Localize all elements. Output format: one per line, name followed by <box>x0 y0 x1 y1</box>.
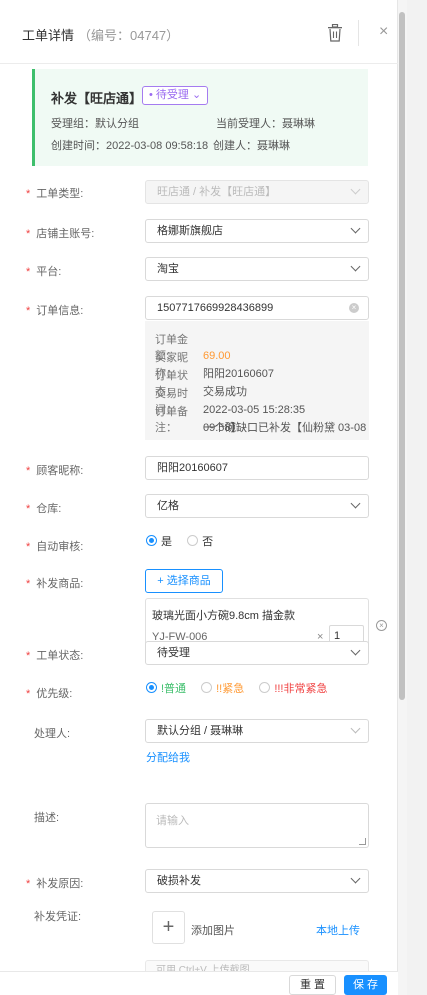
summary-created-time: 创建时间：2022-03-08 09:58:18 <box>51 140 209 152</box>
chevron-down-icon <box>350 184 361 195</box>
close-icon[interactable]: × <box>379 22 388 42</box>
select-product-button[interactable]: + 选择商品 <box>145 569 223 593</box>
ticket-type-select: 旺店通 / 补发【旺店通】 <box>145 180 369 204</box>
platform-select[interactable]: 淘宝 <box>145 257 369 281</box>
radio-unchecked-icon <box>201 682 213 693</box>
radio-unchecked-icon <box>187 535 199 546</box>
summary-creator: 创建人：聂琳琳 <box>213 140 290 152</box>
chevron-down-icon <box>350 498 361 509</box>
reset-button[interactable]: 重 置 <box>289 975 336 995</box>
delete-icon[interactable] <box>327 24 343 42</box>
form-footer: 重 置 保 存 <box>0 971 398 995</box>
priority-urgent[interactable]: !!紧急 <box>201 682 244 695</box>
panel-header: 工单详情 （编号：04747） × <box>0 0 398 64</box>
radio-unchecked-icon <box>259 682 271 693</box>
auto-review-no[interactable]: 否 <box>187 535 213 548</box>
chevron-down-icon <box>350 873 361 884</box>
plus-icon: + <box>162 916 175 938</box>
description-textarea[interactable]: 请输入 <box>145 803 369 848</box>
priority-label: * 优先级: <box>26 688 73 700</box>
customer-nick-label: * 顾客昵称: <box>26 465 84 477</box>
remove-product-icon[interactable]: × <box>376 620 387 631</box>
resize-handle-icon[interactable] <box>359 838 366 845</box>
ticket-summary-card: 补发【旺店通】 • 待受理 ⌄ 受理组：默认分组 当前受理人：聂琳琳 创建时间：… <box>32 69 368 166</box>
auto-review-label: * 自动审核: <box>26 541 84 553</box>
header-divider <box>358 20 359 46</box>
summary-group: 受理组：默认分组 <box>51 118 139 130</box>
ticket-detail-panel: 工单详情 （编号：04747） × 补发【旺店通】 • 待受理 ⌄ 受理组：默认分… <box>0 0 398 995</box>
ticket-status-label: * 工单状态: <box>26 650 84 662</box>
status-dropdown[interactable]: • 待受理 ⌄ <box>142 86 209 105</box>
summary-handler: 当前受理人：聂琳琳 <box>216 118 315 130</box>
add-image-button[interactable]: + <box>152 911 185 944</box>
order-number-input[interactable]: 1507717669928436899 × <box>145 296 369 320</box>
description-label: 描述: <box>34 812 60 824</box>
platform-label: * 平台: <box>26 266 62 278</box>
ticket-number: （编号：04747） <box>78 28 180 43</box>
reissue-reason-select[interactable]: 破损补发 <box>145 869 369 893</box>
order-note-cont: 09:58】 <box>203 422 242 434</box>
ticket-type-label: * 工单类型: <box>26 188 84 200</box>
auto-review-radios: 是 否 <box>146 533 225 549</box>
chevron-down-icon <box>350 645 361 656</box>
order-details-box: 订单金额： 69.00 买家昵称： 阳阳20160607 订单状态： 交易成功 交易时… <box>145 321 369 440</box>
handler-select[interactable]: 默认分组 / 聂琳琳 <box>145 719 369 743</box>
chevron-down-icon <box>350 223 361 234</box>
chevron-down-icon <box>350 261 361 272</box>
reissue-reason-label: * 补发原因: <box>26 878 84 890</box>
scrollbar[interactable] <box>398 0 407 995</box>
priority-radios: !普通 !!紧急 !!!非常紧急 <box>146 680 339 696</box>
title-text: 工单详情 <box>22 28 75 43</box>
local-upload-link[interactable]: 本地上传 <box>316 922 360 938</box>
radio-checked-icon <box>146 535 157 546</box>
chevron-down-icon <box>350 723 361 734</box>
add-image-label: 添加图片 <box>191 925 235 937</box>
order-note: 订单备注： 一个碗缺口已补发【仙粉黛 03-08 <box>155 406 367 434</box>
voucher-label: 补发凭证: <box>34 911 82 923</box>
product-name: 玻璃光面小方碗9.8cm 描金款 <box>152 610 296 622</box>
order-info-label: * 订单信息: <box>26 305 84 317</box>
priority-very-urgent[interactable]: !!!非常紧急 <box>259 682 327 695</box>
scrollbar-thumb[interactable] <box>399 12 405 700</box>
warehouse-select[interactable]: 亿格 <box>145 494 369 518</box>
priority-normal[interactable]: !普通 <box>146 682 186 695</box>
summary-title: 补发【旺店通】 <box>51 91 143 106</box>
save-button[interactable]: 保 存 <box>344 975 387 995</box>
reissue-goods-label: * 补发商品: <box>26 578 84 590</box>
assign-to-me-link[interactable]: 分配给我 <box>146 749 190 765</box>
shop-account-label: * 店铺主账号: <box>26 228 95 240</box>
auto-review-yes[interactable]: 是 <box>146 535 172 548</box>
page-title: 工单详情 （编号：04747） <box>22 25 179 44</box>
radio-checked-icon <box>146 682 157 693</box>
shop-account-select[interactable]: 格娜斯旗舰店 <box>145 219 369 243</box>
customer-nick-input[interactable]: 阳阳20160607 <box>145 456 369 480</box>
warehouse-label: * 仓库: <box>26 503 62 515</box>
clear-icon[interactable]: × <box>349 303 359 313</box>
handler-label: 处理人: <box>34 728 71 740</box>
ticket-status-select[interactable]: 待受理 <box>145 641 369 665</box>
